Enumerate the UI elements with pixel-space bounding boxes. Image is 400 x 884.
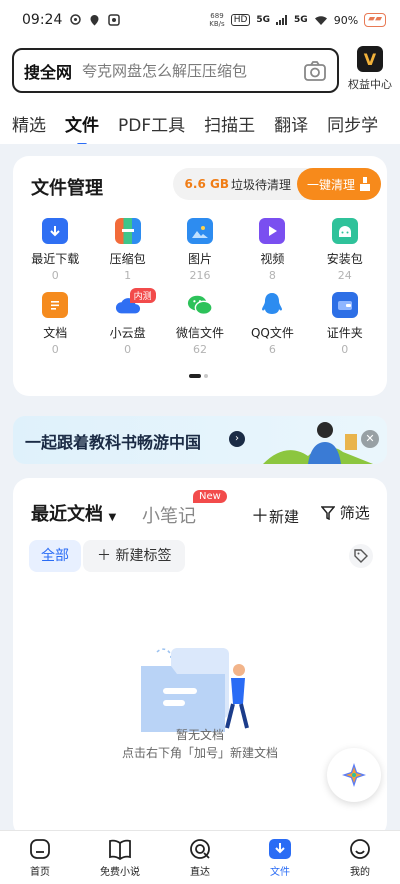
caret-down-icon: ▼ [105, 512, 117, 523]
plus-icon: ＋ [97, 548, 116, 564]
one-click-clean-button[interactable]: 一键清理 [296, 168, 381, 200]
direct-icon [190, 838, 210, 859]
network-speed: 689 KB/s [209, 12, 225, 28]
category-install-packages[interactable]: 安装包 24 [309, 218, 381, 282]
image-icon [186, 218, 213, 244]
signal-5g-2: 5G [294, 15, 308, 25]
empty-title: 暂无文档 [175, 728, 224, 742]
top-tabs: 精选 文件 PDF工具 扫描王 翻译 同步学 [0, 102, 400, 144]
tag-icon [354, 549, 368, 563]
nav-profile[interactable]: 我的 [320, 831, 400, 884]
category-wechat-files[interactable]: 微信文件 62 [164, 292, 236, 356]
category-qq-files[interactable]: QQ文件 6 [236, 292, 308, 356]
home-icon [30, 838, 50, 859]
file-management-card: 文件管理 6.6 GB 垃圾待清理 一键清理 最近下载 0 压缩包 1 图片 2… [13, 156, 387, 396]
book-icon [109, 839, 131, 860]
banner-text: 一起跟着教科书畅游中国 [25, 433, 202, 452]
archive-icon [114, 218, 141, 244]
tab-featured[interactable]: 精选 [12, 111, 46, 136]
filter-icon [320, 506, 336, 521]
chip-all[interactable]: 全部 [29, 540, 81, 572]
file-category-grid: 最近下载 0 压缩包 1 图片 216 视频 8 安装包 24 文档 0 内测 … [19, 218, 381, 356]
document-icon [42, 292, 69, 318]
battery-percent: 90% [333, 13, 359, 27]
new-doc-button[interactable]: ＋新建 [251, 502, 299, 528]
perks-center-button[interactable]: V 权益中心 [342, 46, 398, 92]
search-bar[interactable]: 搜全网 夸克网盘怎么解压压缩包 [12, 48, 339, 93]
nav-free-novels[interactable]: 免费小说 [80, 831, 160, 884]
perks-label: 权益中心 [348, 78, 392, 91]
junk-size: 6.6 GB [184, 177, 229, 191]
banner-arrow-icon: › [229, 431, 245, 447]
recent-docs-dropdown[interactable]: 最近文档 ▼ [31, 500, 116, 526]
download-icon [42, 218, 69, 244]
pin-icon [90, 15, 99, 26]
video-icon [259, 218, 286, 244]
chip-new-tag[interactable]: ＋ 新建标签 [83, 540, 186, 572]
id-folder-icon [331, 292, 358, 318]
category-recent-downloads[interactable]: 最近下载 0 [19, 218, 91, 282]
broom-icon [360, 177, 370, 191]
camera-icon[interactable] [303, 60, 327, 82]
qq-icon [259, 292, 285, 318]
header: 搜全网 夸克网盘怎么解压压缩包 V 权益中心 [0, 40, 400, 102]
empty-folder-illustration [141, 648, 249, 732]
signal-bars-icon [276, 15, 288, 25]
category-archives[interactable]: 压缩包 1 [91, 218, 163, 282]
nav-files[interactable]: 文件 [240, 831, 320, 884]
junk-clean-bar[interactable]: 6.6 GB 垃圾待清理 一键清理 [172, 168, 381, 200]
banner-illustration [263, 422, 373, 464]
tab-sync-learn[interactable]: 同步学 [327, 111, 378, 136]
category-mini-cloud[interactable]: 内测 小云盘 0 [91, 288, 163, 356]
tag-button[interactable] [349, 544, 373, 568]
tab-pdf-tools[interactable]: PDF工具 [118, 111, 185, 136]
app-notification-icon [108, 14, 121, 26]
nav-home[interactable]: 首页 [0, 831, 80, 884]
plus-icon: ＋ [251, 506, 269, 527]
ai-assistant-button[interactable] [327, 748, 381, 802]
promo-banner[interactable]: 一起跟着教科书畅游中国 › ✕ [13, 416, 387, 464]
beta-badge: 内测 [129, 288, 156, 303]
wifi-icon [314, 15, 327, 25]
junk-text: 垃圾待清理 [230, 177, 291, 192]
status-time: 09:24 [22, 12, 63, 28]
hd-indicator: HD [230, 14, 251, 26]
page-indicator [189, 374, 208, 378]
empty-hint: 点击右下角「加号」新建文档 [121, 746, 278, 760]
tab-scanner[interactable]: 扫描王 [204, 111, 255, 136]
profile-icon [350, 838, 370, 859]
new-badge: New [193, 490, 227, 503]
search-brand: 搜全网 [24, 62, 73, 82]
category-documents[interactable]: 文档 0 [19, 292, 91, 356]
battery-icon: ▰▰ [364, 13, 386, 27]
filter-button[interactable]: 筛选 [320, 502, 370, 523]
tab-notes[interactable]: 小笔记 [142, 502, 196, 528]
android-icon [331, 218, 358, 244]
file-management-title: 文件管理 [31, 178, 103, 199]
category-images[interactable]: 图片 216 [164, 218, 236, 282]
category-videos[interactable]: 视频 8 [236, 218, 308, 282]
signal-5g-1: 5G [256, 15, 271, 25]
nav-direct[interactable]: 直达 [160, 831, 240, 884]
location-icon [70, 14, 82, 25]
file-download-icon [269, 838, 291, 859]
tab-translate[interactable]: 翻译 [274, 111, 308, 136]
wechat-icon [187, 292, 213, 318]
vip-icon: V [357, 46, 383, 72]
search-placeholder: 夸克网盘怎么解压压缩包 [82, 62, 248, 80]
banner-close-button[interactable]: ✕ [361, 430, 379, 448]
sparkle-icon [342, 763, 366, 787]
category-id-folder[interactable]: 证件夹 0 [309, 292, 381, 356]
status-bar: 09:24 689 KB/s HD 5G 5G 90% ▰▰ [0, 0, 400, 40]
tab-files[interactable]: 文件 [65, 111, 99, 144]
bottom-nav: 首页 免费小说 直达 文件 我的 [0, 830, 400, 884]
